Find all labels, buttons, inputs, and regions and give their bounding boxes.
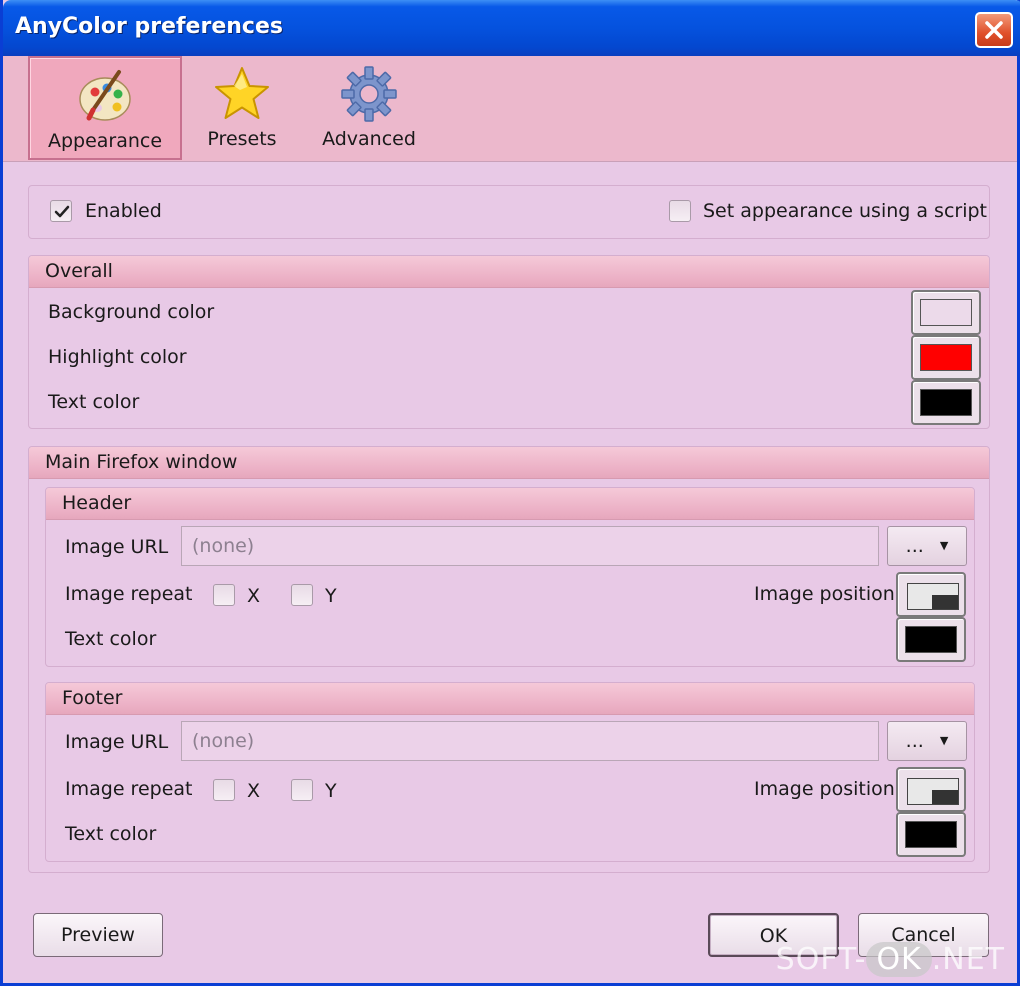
window-title: AnyColor preferences — [15, 14, 283, 39]
footer-heading: Footer — [46, 683, 974, 715]
overall-group: Overall Background color Highlight color… — [28, 255, 990, 429]
preview-button[interactable]: Preview — [33, 913, 163, 957]
footer-image-repeat-label: Image repeat — [65, 778, 193, 800]
header-image-url-label: Image URL — [65, 536, 169, 558]
dropdown-arrow-icon: ▼ — [939, 734, 949, 747]
enabled-label: Enabled — [85, 200, 162, 222]
swatch-fill — [905, 626, 957, 653]
dropdown-arrow-icon: ▼ — [939, 539, 949, 552]
watermark-right: .NET — [931, 942, 1005, 977]
close-button[interactable] — [975, 12, 1013, 48]
tab-appearance[interactable]: Appearance — [28, 56, 182, 160]
footer-repeat-y-checkbox[interactable] — [291, 779, 313, 801]
swatch-fill — [920, 389, 972, 416]
general-group: Enabled Set appearance using a script — [28, 185, 990, 239]
text-color-swatch[interactable] — [911, 380, 981, 425]
position-icon — [907, 778, 959, 805]
script-label: Set appearance using a script — [703, 200, 987, 222]
browse-label: ... — [905, 535, 924, 557]
watermark-left: SOFT- — [775, 942, 867, 977]
footer-image-url-label: Image URL — [65, 731, 169, 753]
footer-text-color-label: Text color — [65, 823, 157, 845]
enabled-checkbox[interactable] — [50, 200, 72, 222]
tab-label: Advanced — [322, 128, 416, 150]
footer-browse-button[interactable]: ... ▼ — [887, 721, 967, 761]
footer-repeat-y-label: Y — [325, 780, 337, 802]
footer-text-color-swatch[interactable] — [896, 812, 966, 857]
footer-group: Footer Image URL (none) ... ▼ Image repe… — [45, 682, 975, 862]
watermark-pill: OK — [866, 942, 932, 977]
swatch-fill — [920, 299, 972, 326]
header-repeat-x-label: X — [247, 585, 261, 607]
tab-label: Presets — [207, 128, 277, 150]
footer-image-position-button[interactable] — [896, 767, 966, 812]
header-image-url-input[interactable]: (none) — [181, 526, 879, 566]
highlight-color-label: Highlight color — [48, 346, 187, 368]
header-repeat-y-label: Y — [325, 585, 337, 607]
header-image-position-label: Image position — [754, 583, 895, 605]
tab-presets[interactable]: Presets — [201, 56, 283, 160]
footer-repeat-x-checkbox[interactable] — [213, 779, 235, 801]
footer-image-url-input[interactable]: (none) — [181, 721, 879, 761]
header-heading: Header — [46, 488, 974, 520]
palette-icon — [79, 70, 131, 121]
header-repeat-y-checkbox[interactable] — [291, 584, 313, 606]
footer-image-position-label: Image position — [754, 778, 895, 800]
background-color-swatch[interactable] — [911, 290, 981, 335]
tab-advanced[interactable]: Advanced — [317, 56, 421, 160]
browse-label: ... — [905, 730, 924, 752]
toolbar: Appearance Presets Advanced — [3, 56, 1017, 162]
position-icon — [907, 583, 959, 610]
footer-repeat-x-label: X — [247, 780, 261, 802]
star-icon — [215, 67, 269, 119]
tab-label: Appearance — [47, 130, 163, 152]
header-repeat-x-checkbox[interactable] — [213, 584, 235, 606]
swatch-fill — [905, 821, 957, 848]
close-icon — [985, 21, 1003, 39]
preferences-window: AnyColor preferences Appearance Presets … — [0, 0, 1020, 986]
background-color-label: Background color — [48, 301, 215, 323]
gear-icon — [341, 66, 397, 122]
title-bar[interactable]: AnyColor preferences — [3, 0, 1020, 56]
header-text-color-swatch[interactable] — [896, 617, 966, 662]
highlight-color-swatch[interactable] — [911, 335, 981, 380]
header-group: Header Image URL (none) ... ▼ Image repe… — [45, 487, 975, 667]
header-image-position-button[interactable] — [896, 572, 966, 617]
header-browse-button[interactable]: ... ▼ — [887, 526, 967, 566]
swatch-fill — [920, 344, 972, 371]
overall-heading: Overall — [29, 256, 989, 288]
main-window-heading: Main Firefox window — [29, 447, 989, 479]
main-window-group: Main Firefox window Header Image URL (no… — [28, 446, 990, 873]
text-color-label: Text color — [48, 391, 140, 413]
checkmark-icon — [54, 205, 70, 218]
watermark: SOFT- OK .NET — [776, 942, 1005, 977]
header-text-color-label: Text color — [65, 628, 157, 650]
header-image-repeat-label: Image repeat — [65, 583, 193, 605]
script-checkbox[interactable] — [669, 200, 691, 222]
